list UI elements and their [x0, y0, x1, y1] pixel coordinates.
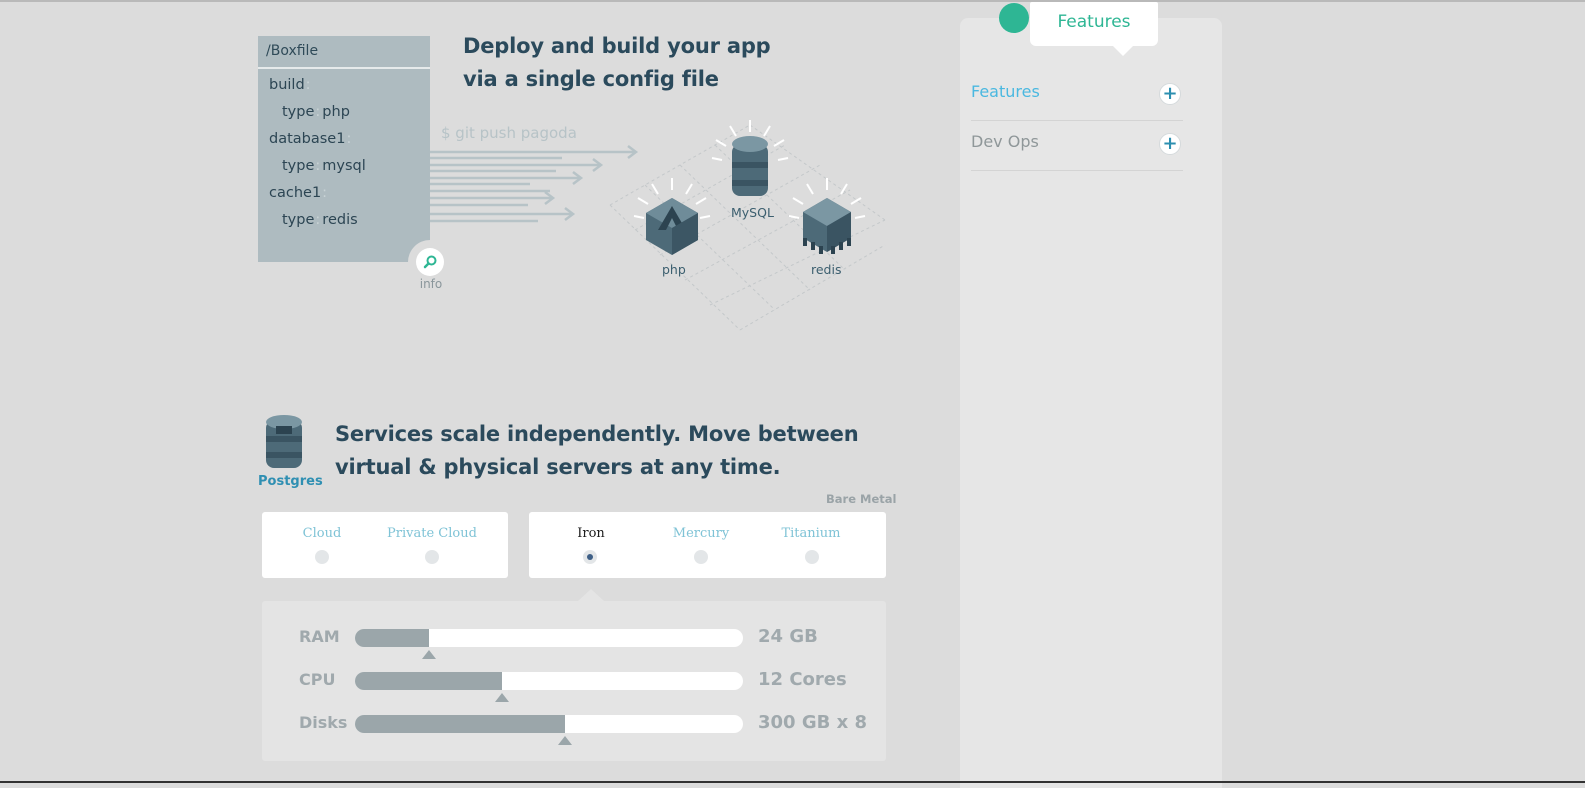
- spec-row-ram: RAM 24 GB: [262, 626, 886, 666]
- option-private-cloud[interactable]: Private Cloud: [382, 526, 482, 541]
- deploy-headline-line: Deploy and build your app: [463, 34, 771, 58]
- spec-label: RAM: [299, 627, 340, 646]
- spec-label: Disks: [299, 713, 348, 732]
- service-label-mysql: MySQL: [731, 205, 774, 220]
- boxfile-panel: /Boxfile build: type: php database1: type…: [258, 36, 430, 262]
- option-cloud[interactable]: Cloud: [292, 526, 352, 541]
- deploy-diagram: [430, 120, 886, 331]
- sidebar-item-features[interactable]: Features +: [971, 70, 1183, 121]
- radio-titanium[interactable]: [805, 550, 819, 564]
- deploy-headline: Deploy and build your app via a single c…: [463, 30, 823, 96]
- boxfile-title: /Boxfile: [258, 36, 430, 69]
- boxfile-key: type: [282, 212, 315, 228]
- radio-mercury[interactable]: [694, 550, 708, 564]
- spec-row-disks: Disks 300 GB x 8: [262, 712, 886, 752]
- deploy-headline-line: via a single config file: [463, 67, 719, 91]
- boxfile-value: redis: [322, 212, 358, 228]
- sidebar-item-dev-ops[interactable]: Dev Ops +: [971, 120, 1183, 171]
- boxfile-line: type: redis: [282, 212, 358, 228]
- option-iron[interactable]: Iron: [561, 526, 621, 541]
- spec-row-cpu: CPU 12 Cores: [262, 669, 886, 709]
- boxfile-value: mysql: [322, 158, 366, 174]
- option-mercury[interactable]: Mercury: [666, 526, 736, 541]
- spec-value: 300 GB x 8: [758, 712, 868, 733]
- spec-slider-handle[interactable]: [421, 650, 436, 659]
- scale-headline-line: virtual & physical servers at any time.: [335, 455, 781, 479]
- radio-cloud[interactable]: [315, 550, 329, 564]
- features-tab[interactable]: Features: [1030, 2, 1158, 46]
- tab-pointer: [1112, 45, 1134, 56]
- spec-panel: RAM 24 GB CPU 12 Cores Disks 300 GB x 8: [262, 601, 886, 761]
- scale-headline: Services scale independently. Move betwe…: [335, 418, 895, 484]
- spec-slider-fill: [355, 672, 503, 690]
- spec-slider-track[interactable]: [355, 715, 743, 733]
- boxfile-line: cache1:: [269, 185, 328, 201]
- boxfile-key: type: [282, 158, 315, 174]
- scale-headline-line: Services scale independently. Move betwe…: [335, 422, 859, 446]
- service-label-redis: redis: [811, 262, 842, 277]
- spec-slider-fill: [355, 629, 429, 647]
- sidebar-item-label: Features: [971, 82, 1040, 101]
- spec-slider-track[interactable]: [355, 629, 743, 647]
- plus-icon[interactable]: +: [1159, 133, 1181, 155]
- specs-notch: [578, 589, 604, 601]
- spec-value: 12 Cores: [758, 669, 847, 690]
- boxfile-line: type: mysql: [282, 158, 366, 174]
- spec-slider-track[interactable]: [355, 672, 743, 690]
- plus-icon[interactable]: +: [1159, 83, 1181, 105]
- radio-iron[interactable]: [583, 550, 597, 564]
- radio-private-cloud[interactable]: [425, 550, 439, 564]
- boxfile-key: database1: [269, 131, 346, 147]
- accent-dot: [999, 3, 1029, 33]
- boxfile-line: build:: [269, 77, 311, 93]
- boxfile-key: cache1: [269, 185, 322, 201]
- bare-metal-options: Iron Mercury Titanium: [529, 512, 886, 578]
- boxfile-key: build: [269, 77, 305, 93]
- boxfile-key: type: [282, 104, 315, 120]
- postgres-label: Postgres: [258, 474, 323, 489]
- redis-icon: [803, 198, 851, 254]
- spec-slider-handle[interactable]: [557, 736, 572, 745]
- postgres-icon: [266, 415, 302, 468]
- spec-slider-handle[interactable]: [495, 693, 510, 702]
- top-border: [0, 0, 1585, 2]
- virtual-options: Cloud Private Cloud: [262, 512, 508, 578]
- spec-value: 24 GB: [758, 626, 818, 647]
- option-titanium[interactable]: Titanium: [775, 526, 847, 541]
- boxfile-value: php: [322, 104, 350, 120]
- mysql-icon: [732, 136, 768, 196]
- boxfile-lines: build: type: php database1: type: mysql ca…: [258, 69, 430, 234]
- spec-slider-fill: [355, 715, 565, 733]
- spec-label: CPU: [299, 670, 336, 689]
- sidebar-item-label: Dev Ops: [971, 132, 1039, 151]
- service-label-php: php: [662, 262, 686, 277]
- boxfile-line: database1:: [269, 131, 352, 147]
- bare-metal-label: Bare Metal: [826, 492, 897, 506]
- push-arrows: [430, 145, 639, 223]
- boxfile-line: type: php: [282, 104, 350, 120]
